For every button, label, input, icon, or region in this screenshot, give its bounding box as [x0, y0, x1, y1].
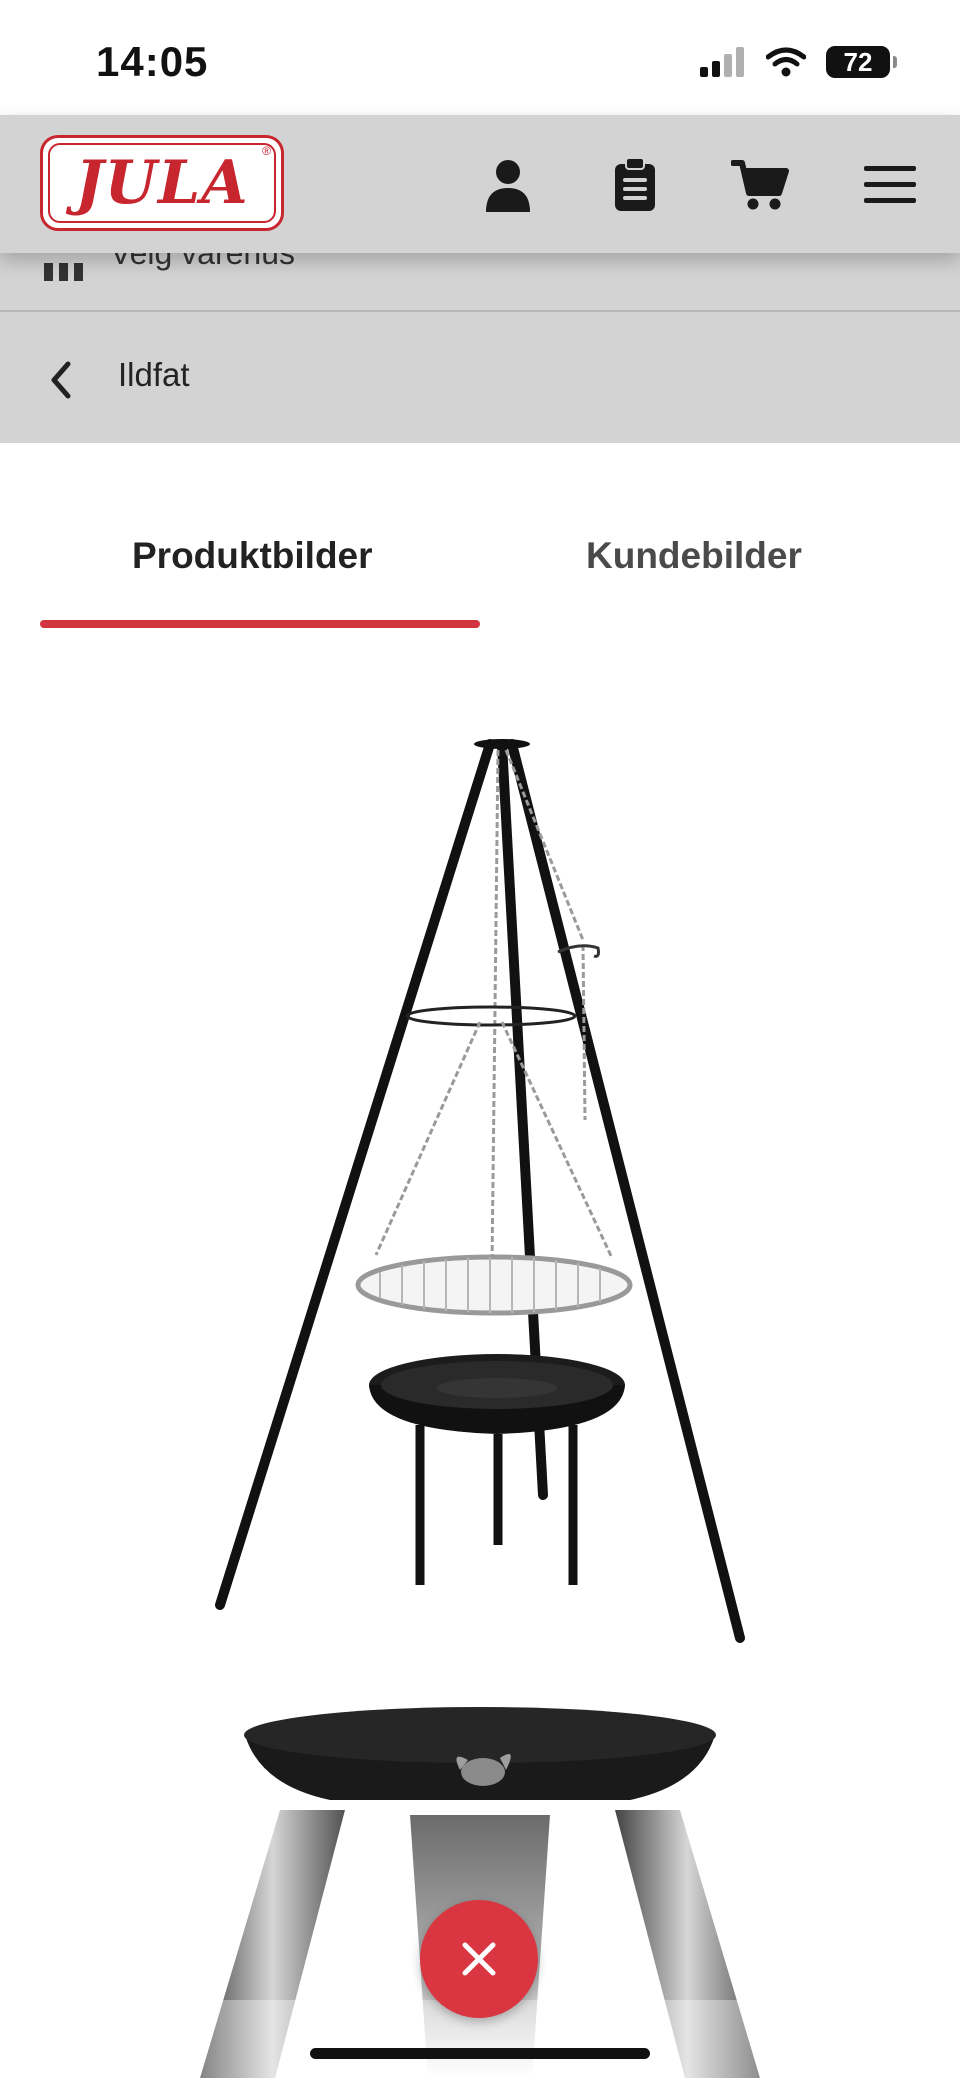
shopping-list-button[interactable] — [605, 155, 665, 215]
close-button[interactable] — [420, 1900, 538, 2018]
logo-text: JULA — [75, 148, 249, 218]
tab-produktbilder[interactable]: Produktbilder — [132, 535, 373, 577]
active-tab-indicator — [40, 620, 480, 628]
account-icon — [486, 160, 530, 212]
tab-kundebilder[interactable]: Kundebilder — [586, 535, 802, 577]
chevron-left-icon — [51, 361, 71, 399]
product-image-tripod-grill[interactable] — [180, 720, 780, 1650]
back-navigation[interactable]: Ildfat — [0, 312, 960, 443]
battery-icon: 72 — [826, 46, 897, 78]
status-time: 14:05 — [96, 38, 209, 85]
cart-button[interactable] — [730, 155, 790, 215]
back-label: Ildfat — [118, 356, 190, 393]
menu-icon — [864, 166, 916, 203]
status-icons: 72 — [700, 46, 897, 78]
logo-frame: JULA — [48, 143, 276, 223]
site-header: JULA ® — [0, 115, 960, 253]
shopping-list-icon — [615, 158, 655, 211]
status-bar: 14:05 72 — [0, 0, 960, 115]
wifi-icon — [766, 47, 806, 77]
product-image-detail[interactable] — [160, 1700, 800, 2078]
menu-button[interactable] — [860, 155, 920, 215]
cart-icon — [731, 160, 789, 210]
jula-logo[interactable]: JULA ® — [40, 135, 284, 231]
logo-registered-mark: ® — [262, 144, 271, 158]
close-icon — [462, 1942, 496, 1976]
home-indicator[interactable] — [310, 2048, 650, 2059]
signal-icon — [700, 47, 744, 77]
account-button[interactable] — [478, 155, 538, 215]
store-icon — [44, 263, 83, 281]
